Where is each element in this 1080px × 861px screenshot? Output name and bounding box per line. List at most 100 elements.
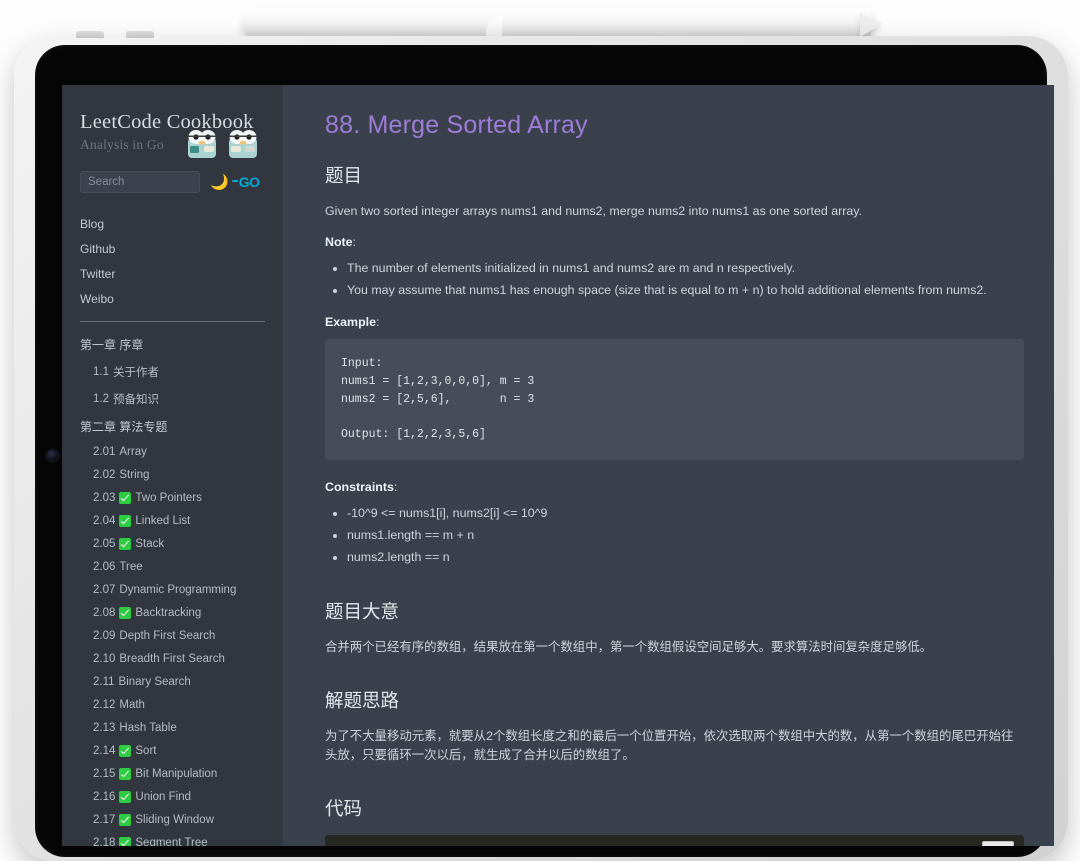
toc-item-number: 2.08 [93,607,115,619]
note-item: You may assume that nums1 has enough spa… [347,281,1024,301]
toc-item-2.10[interactable]: 2.10 Breadth First Search [80,647,265,670]
toc-item-2.14[interactable]: 2.14 Sort [80,739,265,762]
tablet-device: LeetCode Cookbook Analysis in Go [14,36,1068,861]
toc-item-label: Sort [135,745,156,757]
toc-chapter[interactable]: 第一章 序章 [80,330,265,358]
toc-item-number: 2.04 [93,515,115,527]
toc-item-2.05[interactable]: 2.05 Stack [80,532,265,555]
toc-item-number: 2.11 [93,676,115,688]
toc-item-2.13[interactable]: 2.13 Hash Table [80,716,265,739]
code-block: Go package leetcode func merge(nums1 []i… [325,835,1024,846]
sidebar-link-github[interactable]: Github [80,236,265,261]
sidebar-divider [80,321,265,322]
toc-item-number: 2.07 [93,584,115,596]
toc-item-2.04[interactable]: 2.04 Linked List [80,509,265,532]
toc-item-label: Depth First Search [119,630,215,642]
toc-item-label: Linked List [135,515,190,527]
toc-item-number: 1.2 [93,393,109,405]
toc-item-label: Tree [119,561,142,573]
toc-item-number: 2.15 [93,768,115,780]
tablet-bezel: LeetCode Cookbook Analysis in Go [35,45,1047,857]
problem-statement: Given two sorted integer arrays nums1 an… [325,202,1024,221]
example-label: Example: [325,315,1024,329]
toc-item-1.2[interactable]: 1.2 预备知识 [80,385,265,412]
toc-item-number: 2.06 [93,561,115,573]
toc-item-2.08[interactable]: 2.08 Backtracking [80,601,265,624]
check-icon [119,791,131,803]
toc-item-label: Dynamic Programming [119,584,236,596]
toc-item-label: Two Pointers [135,492,201,504]
volume-up-button[interactable] [76,31,104,38]
toc-item-2.03[interactable]: 2.03 Two Pointers [80,486,265,509]
toc-item-number: 2.02 [93,469,115,481]
toc-item-number: 2.03 [93,492,115,504]
constraint-item: nums2.length == n [347,548,1024,568]
toc-chapter[interactable]: 第二章 算法专题 [80,412,265,440]
constraints-list: -10^9 <= nums1[i], nums2[i] <= 10^9nums1… [347,504,1024,568]
toc-item-label: Bit Manipulation [135,768,217,780]
constraint-item: -10^9 <= nums1[i], nums2[i] <= 10^9 [347,504,1024,524]
toc-item-label: Breadth First Search [119,653,224,665]
toc-item-label: 预备知识 [113,391,159,407]
toc-item-2.17[interactable]: 2.17 Sliding Window [80,808,265,831]
toc-item-label: String [119,469,149,481]
constraints-label: Constraints: [325,480,1024,494]
toc-item-label: Segment Tree [135,837,207,847]
toc-item-2.09[interactable]: 2.09 Depth First Search [80,624,265,647]
moon-icon[interactable]: 🌙 [210,175,229,190]
check-icon [119,607,131,619]
pencil-tip [860,13,882,37]
toc-item-2.02[interactable]: 2.02 String [80,463,265,486]
brand-block: LeetCode Cookbook Analysis in Go [62,111,283,153]
check-icon [119,745,131,757]
browser-viewport: LeetCode Cookbook Analysis in Go [62,85,1054,846]
note-label-text: Note [325,235,353,249]
toc-item-number: 2.17 [93,814,115,826]
example-code-block: Input: nums1 = [1,2,3,0,0,0], m = 3 nums… [325,339,1024,460]
note-label: Note: [325,235,1024,249]
toc-item-1.1[interactable]: 1.1关于作者 [80,358,265,385]
toc-item-label: Backtracking [135,607,201,619]
toc-item-label: Union Find [135,791,191,803]
toc-item-number: 2.10 [93,653,115,665]
check-icon [119,768,131,780]
main-content: 88. Merge Sorted Array 题目 Given two sort… [283,85,1054,846]
toc-item-number: 2.16 [93,791,115,803]
check-icon [119,492,131,504]
code-language-badge[interactable]: Go [982,841,1014,846]
summary-text: 合并两个已经有序的数组，结果放在第一个数组中，第一个数组假设空间足够大。要求算法… [325,638,1024,657]
toc-item-label: Sliding Window [135,814,214,826]
toc-item-2.15[interactable]: 2.15 Bit Manipulation [80,762,265,785]
toc-item-number: 2.05 [93,538,115,550]
sidebar-link-weibo[interactable]: Weibo [80,286,265,311]
sidebar-links: BlogGithubTwitterWeibo [62,211,283,311]
toc-item-2.01[interactable]: 2.01Array [80,440,265,463]
toc-item-2.07[interactable]: 2.07 Dynamic Programming [80,578,265,601]
toc-item-label: Hash Table [119,722,176,734]
toc-item-2.12[interactable]: 2.12Math [80,693,265,716]
sidebar-link-twitter[interactable]: Twitter [80,261,265,286]
check-icon [119,837,131,847]
toc-item-2.06[interactable]: 2.06 Tree [80,555,265,578]
toc-item-number: 2.09 [93,630,115,642]
screenshot-scene: LeetCode Cookbook Analysis in Go [0,0,1080,861]
section-heading-problem: 题目 [325,162,1024,188]
approach-text: 为了不大量移动元素，就要从2个数组长度之和的最后一个位置开始，依次选取两个数组中… [325,727,1024,765]
toc-item-2.11[interactable]: 2.11Binary Search [80,670,265,693]
toc-item-2.18[interactable]: 2.18 Segment Tree [80,831,265,846]
toc-item-2.16[interactable]: 2.16 Union Find [80,785,265,808]
go-gopher-icon-2 [226,129,260,159]
toc-item-label: Stack [135,538,164,550]
check-icon [119,515,131,527]
go-gopher-icon [185,129,219,159]
search-input[interactable] [80,171,200,193]
toc-item-number: 2.13 [93,722,115,734]
brand-row: LeetCode Cookbook Analysis in Go [80,111,265,153]
sidebar-link-blog[interactable]: Blog [80,211,265,236]
toc-item-number: 2.18 [93,837,115,847]
toc-item-number: 1.1 [93,366,109,378]
go-logo[interactable]: GO [239,174,260,190]
toc-item-number: 2.14 [93,745,115,757]
volume-down-button[interactable] [126,31,154,38]
page-title: 88. Merge Sorted Array [325,111,1024,140]
